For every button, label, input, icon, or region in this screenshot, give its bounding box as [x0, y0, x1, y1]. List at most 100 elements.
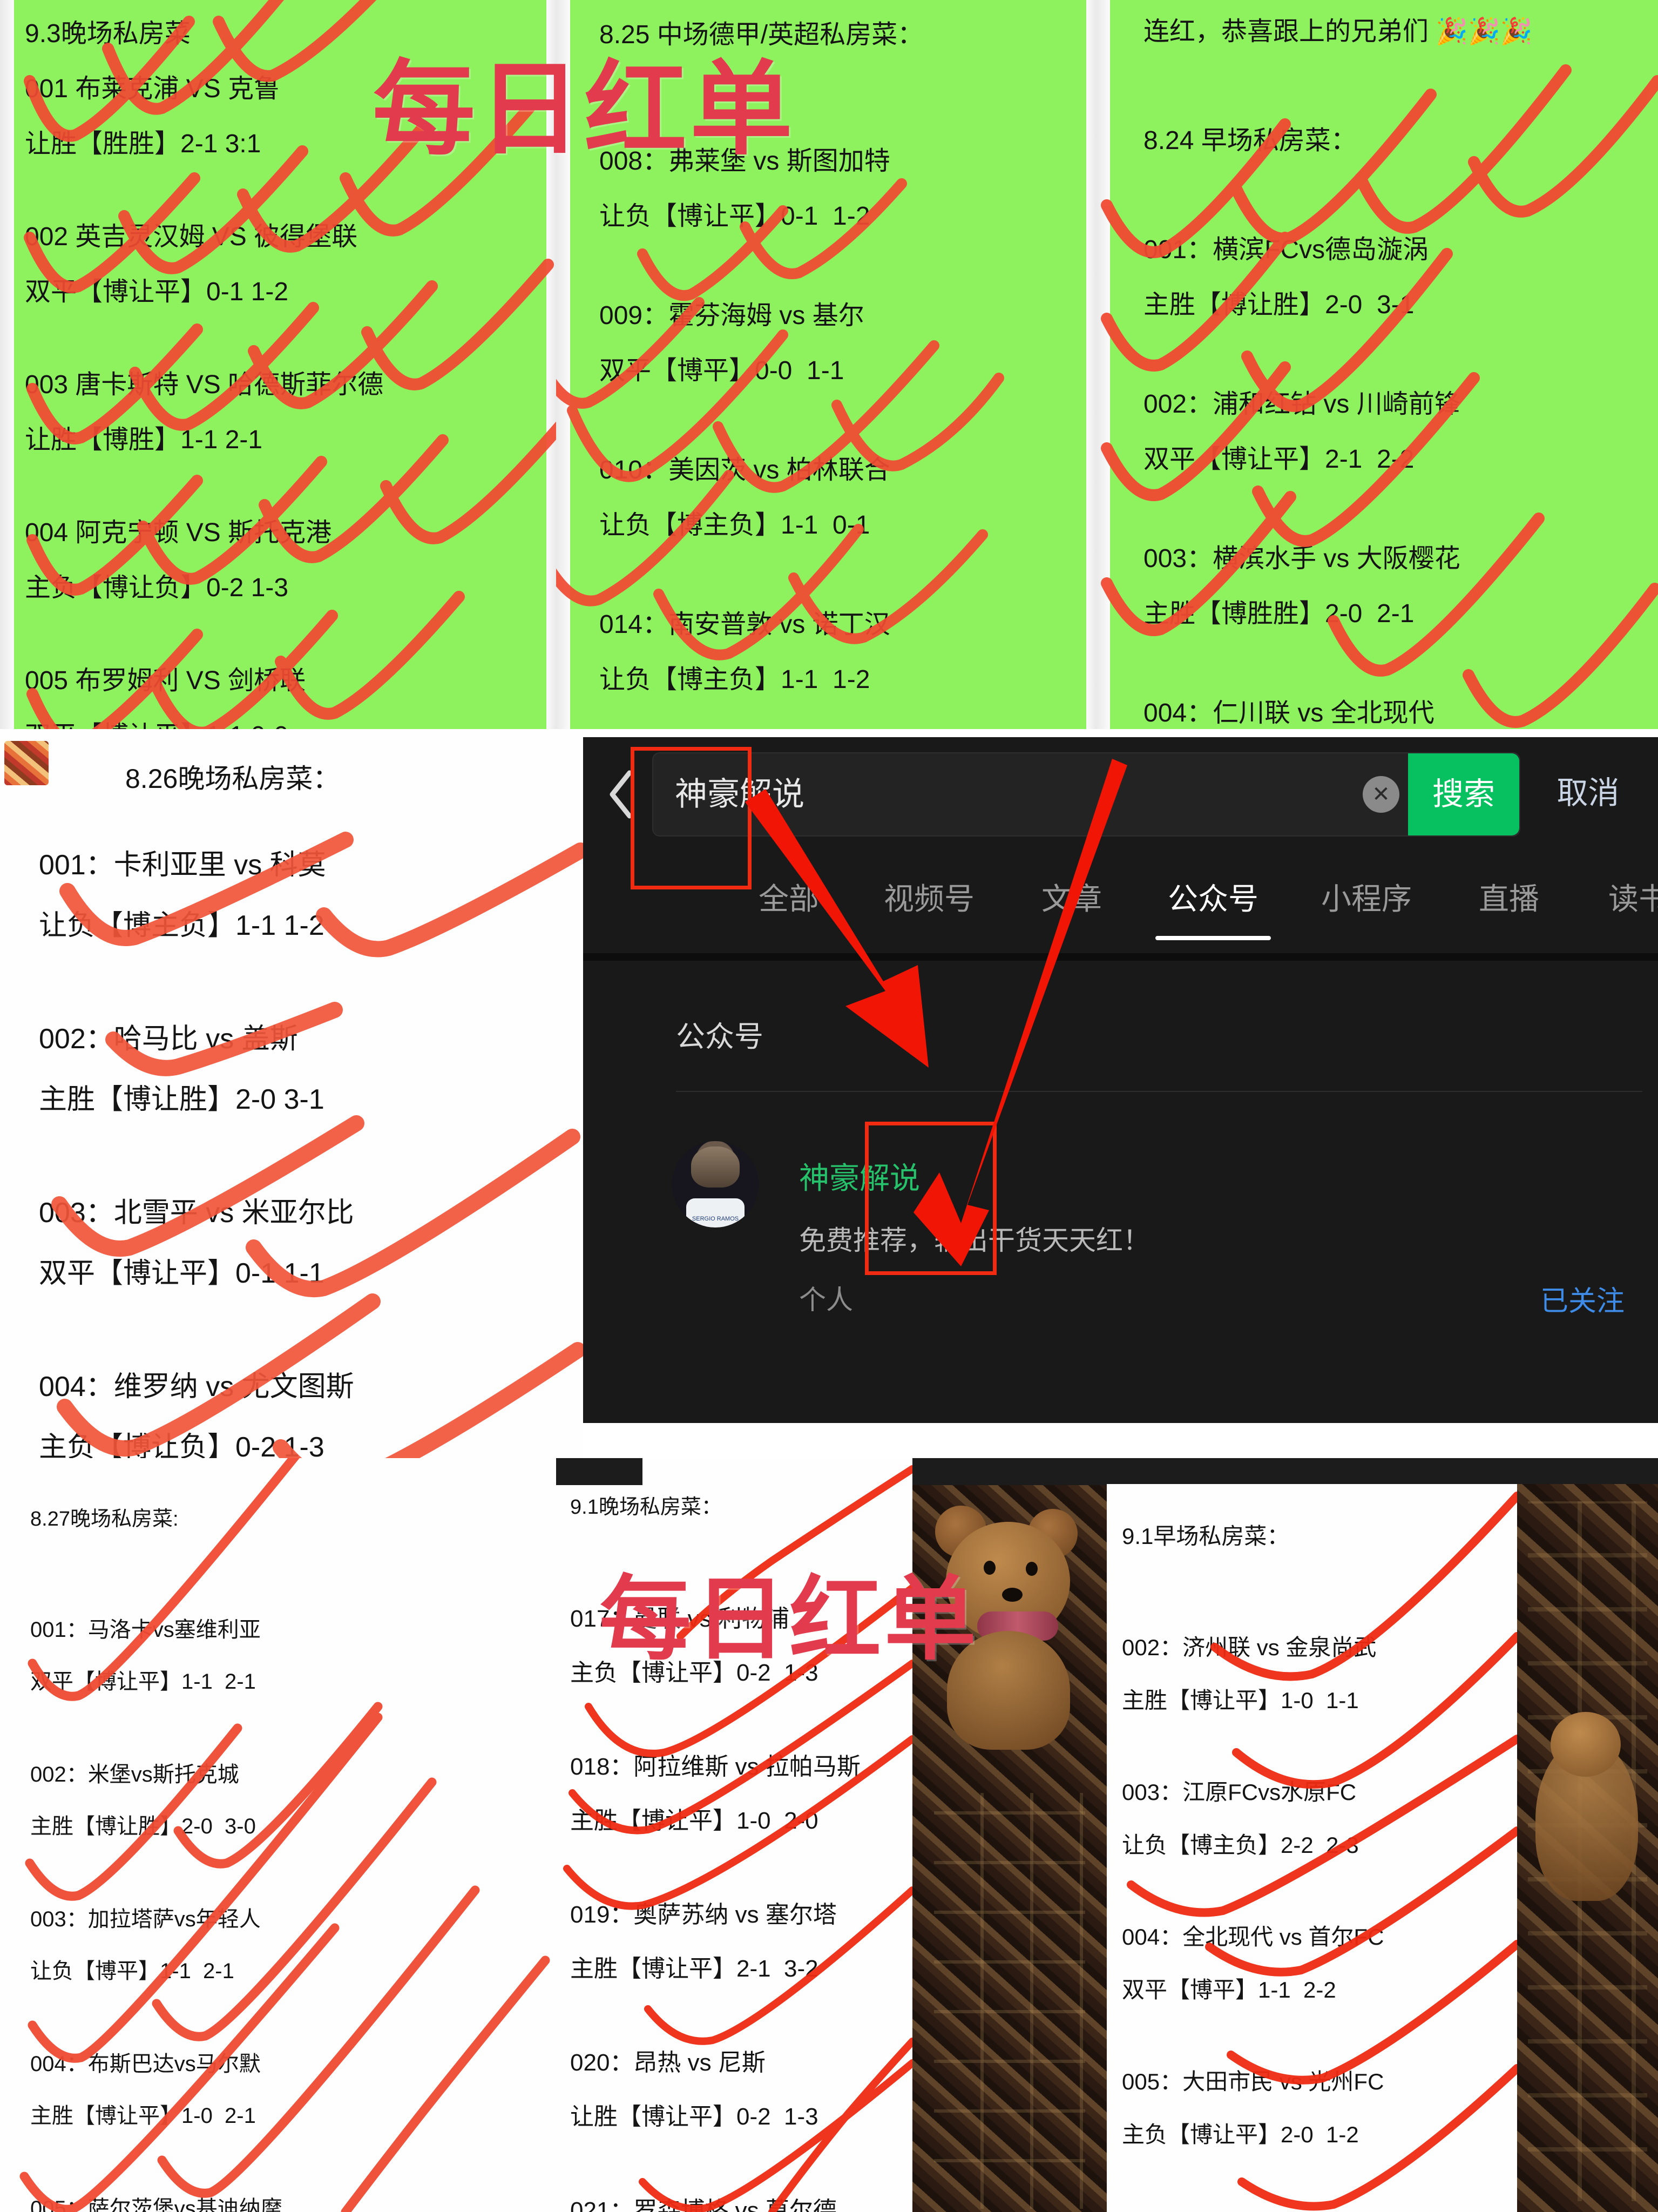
- clear-icon[interactable]: ✕: [1363, 776, 1399, 813]
- match-title: 001：横滨FCvs德岛漩涡: [1143, 235, 1429, 264]
- avatar: [4, 741, 49, 785]
- match-title: 006：乌德勒支 vs 特温特: [1122, 2210, 1384, 2212]
- panel-edge-shadow: [1096, 0, 1110, 729]
- match-title: 002：哈马比 vs 盖斯: [39, 1023, 298, 1055]
- cancel-button[interactable]: 取消: [1530, 752, 1646, 834]
- match-title: 005：萨尔茨堡vs基迪纳摩: [30, 2197, 282, 2212]
- match-pick: 主负【博让负】0-2 1-3: [39, 1432, 324, 1458]
- line: 双平【博让平】1-1 0-0: [25, 718, 383, 729]
- line-header: 9.3晚场私房菜: [25, 19, 191, 48]
- match-pick: 主胜【博让胜】2-0 3-1: [39, 1084, 324, 1115]
- message-8-26: 8.26晚场私房菜：: [125, 740, 340, 818]
- watermark-bottom: 每日红单: [599, 1568, 980, 1671]
- match-pick: 双平【博平】1-1 2-2: [1122, 1977, 1336, 2002]
- line: 005 布罗姆利 VS 剑桥联: [25, 666, 306, 695]
- match-pick: 主胜【博让平】1-0 2-0: [570, 1808, 818, 1834]
- match-pick: 双平【博让平】0-1 1-1: [39, 1258, 324, 1289]
- teddy-eye-icon: [1026, 1562, 1038, 1576]
- dark-strip: [1517, 1458, 1658, 1484]
- match-title: 019：奥萨苏纳 vs 塞尔塔: [570, 1901, 837, 1928]
- tab-articles[interactable]: 文章: [1015, 854, 1128, 945]
- watermark-top: 每日红单: [373, 52, 796, 167]
- match-pick: 让负【博平】1-1 2-1: [30, 1959, 234, 1983]
- match-pick: 主胜【博让平】1-0 1-1: [1122, 1688, 1359, 1713]
- match-pick: 主胜【博胜胜】2-0 2-1: [1143, 599, 1415, 628]
- line: 双平【博让平】0-1 1-2: [25, 278, 289, 306]
- tab-reading[interactable]: 读书: [1582, 854, 1658, 945]
- match-pick: 双平【博平】0-0 1-1: [599, 356, 844, 385]
- match-title: 004：全北现代 vs 首尔FC: [1122, 1924, 1384, 1950]
- match-title: 004：维罗纳 vs 尤文图斯: [39, 1371, 354, 1402]
- screenshot-collage: 9.3晚场私房菜 001 布莱克浦 VS 克鲁 让胜【胜胜】2-1 3:1 00…: [0, 0, 1658, 2212]
- tab-mini-programs[interactable]: 小程序: [1299, 854, 1434, 945]
- panel-edge-shadow: [0, 0, 14, 729]
- match-title: 003：横滨水手 vs 大阪樱花: [1143, 544, 1460, 573]
- monogram-pattern: [934, 1793, 1085, 2209]
- line: 主负【博让负】0-2 1-3: [25, 574, 289, 602]
- search-button[interactable]: 搜索: [1408, 753, 1519, 835]
- search-field[interactable]: 神豪解说 ✕ 搜索: [652, 752, 1520, 837]
- line-header: 8.26晚场私房菜：: [125, 764, 340, 794]
- match-title: 003：北雪平 vs 米亚尔比: [39, 1197, 354, 1229]
- match-title: 001：马洛卡vs塞维利亚: [30, 1618, 261, 1642]
- match-pick: 让负【博主负】1-1 1-2: [39, 910, 324, 941]
- match-title: 002：浦和红钻 vs 川崎前锋: [1143, 390, 1460, 419]
- panel-edge-shadow: [1086, 0, 1096, 729]
- line: 让胜【博胜】1-1 2-1: [25, 426, 263, 454]
- match-title: 021：罗森博格 vs 莫尔德: [570, 2197, 837, 2212]
- match-title: 004：仁川联 vs 全北现代: [1143, 699, 1434, 727]
- match-title: 009：霍芬海姆 vs 基尔: [599, 301, 864, 330]
- teddy-eye-icon: [984, 1561, 996, 1575]
- texture-strip-right: [1517, 1458, 1658, 2212]
- follow-status[interactable]: 已关注: [1540, 1278, 1625, 1319]
- line: 002 英吉灵汉姆 VS 彼得堡联: [25, 222, 358, 251]
- message-8-27: 8.27晚场私房菜: 001：马洛卡vs塞维利亚 双平【博让平】1-1 2-1 …: [30, 1485, 282, 2212]
- match-title: 010：美因茨 vs 柏林联合: [599, 456, 890, 484]
- wechat-search-screen: 神豪解说 ✕ 搜索 取消 全部 视频号 文章 公众号 小程序 直播 读书 公众号: [583, 737, 1658, 1423]
- match-title: 004：布斯巴达vs马尔默: [30, 2052, 261, 2076]
- match-pick: 双平【博让平】1-1 2-1: [30, 1670, 256, 1694]
- match-pick: 主胜【博让平】1-0 2-1: [30, 2104, 256, 2128]
- account-type: 个人: [799, 1285, 853, 1315]
- teddy-head-icon: [1551, 1712, 1621, 1777]
- match-pick: 主负【博让平】2-0 1-2: [1122, 2122, 1359, 2147]
- match-title: 020：昂热 vs 尼斯: [570, 2049, 766, 2076]
- highlight-box-account-name: [865, 1122, 997, 1275]
- line: 004 阿克宁顿 VS 斯托克港: [25, 518, 332, 547]
- dark-strip: [912, 1458, 1107, 1485]
- chat-panel-8-27: 8.27晚场私房菜: 001：马洛卡vs塞维利亚 双平【博让平】1-1 2-1 …: [0, 1458, 556, 2212]
- teddy-nose-icon: [1002, 1588, 1023, 1602]
- line-header: 9.1晚场私房菜：: [570, 1496, 722, 1519]
- highlight-box-search-input: [631, 747, 752, 889]
- section-separator: [583, 953, 1658, 961]
- chat-panel-8-26: 8.26晚场私房菜： 001：卡利亚里 vs 科莫 让负【博主负】1-1 1-2…: [0, 729, 583, 1458]
- match-pick: 让负【博主负】2-2 2-3: [1122, 1832, 1359, 1858]
- line: 003 唐卡斯特 VS 哈德斯菲尔德: [25, 370, 384, 399]
- line-congrats: 连红，恭喜跟上的兄弟们 🎉🎉🎉: [1143, 17, 1533, 46]
- match-pick: 让负【博主负】1-1 1-2: [599, 665, 870, 694]
- line-header: 8.27晚场私房菜:: [30, 1508, 179, 1530]
- match-title: 003：加拉塔萨vs年轻人: [30, 1907, 261, 1931]
- line-header: 9.1早场私房菜：: [1122, 1523, 1290, 1549]
- dark-strip: [1107, 1458, 1517, 1484]
- match-pick: 让负【博主负】1-1 0-1: [599, 511, 870, 539]
- message-9-3: 9.3晚场私房菜 001 布莱克浦 VS 克鲁 让胜【胜胜】2-1 3:1 00…: [25, 0, 383, 729]
- avatar-caption: SERGIO RAMOS: [692, 1215, 739, 1222]
- message-9-1-morning: 9.1早场私房菜： 002：济州联 vs 金泉尚武 主胜【博让平】1-0 1-1…: [1122, 1500, 1384, 2212]
- section-title-official-accounts: 公众号: [676, 1021, 763, 1053]
- tab-channels[interactable]: 视频号: [862, 854, 997, 945]
- tab-live[interactable]: 直播: [1452, 854, 1566, 945]
- match-title: 003：江原FCvs水原FC: [1122, 1779, 1357, 1805]
- tab-official-accounts[interactable]: 公众号: [1146, 854, 1281, 945]
- match-pick: 让胜【博让平】0-2 1-3: [570, 2103, 818, 2130]
- avatar: SERGIO RAMOS: [672, 1141, 759, 1228]
- tab-active-underline: [1155, 936, 1271, 940]
- match-title: 018：阿拉维斯 vs 拉帕马斯: [570, 1754, 861, 1780]
- match-pick: 主胜【博让胜】2-0 3-0: [30, 1815, 256, 1838]
- match-pick: 让负【博让平】0-1 1-2: [599, 202, 870, 231]
- line: 001 布莱克浦 VS 克鲁: [25, 75, 280, 103]
- message-8-24: 连红，恭喜跟上的兄弟们 🎉🎉🎉 8.24 早场私房菜： 001：横滨FCvs德岛…: [1143, 0, 1533, 729]
- chat-panel-9-1-morning: 9.1早场私房菜： 002：济州联 vs 金泉尚武 主胜【博让平】1-0 1-1…: [1107, 1458, 1517, 2212]
- search-result-row[interactable]: SERGIO RAMOS 神豪解说 免费推荐，输出干货天天红！ 个人 已关注: [583, 1094, 1658, 1331]
- chat-panel-8-24: 连红，恭喜跟上的兄弟们 🎉🎉🎉 8.24 早场私房菜： 001：横滨FCvs德岛…: [1096, 0, 1658, 729]
